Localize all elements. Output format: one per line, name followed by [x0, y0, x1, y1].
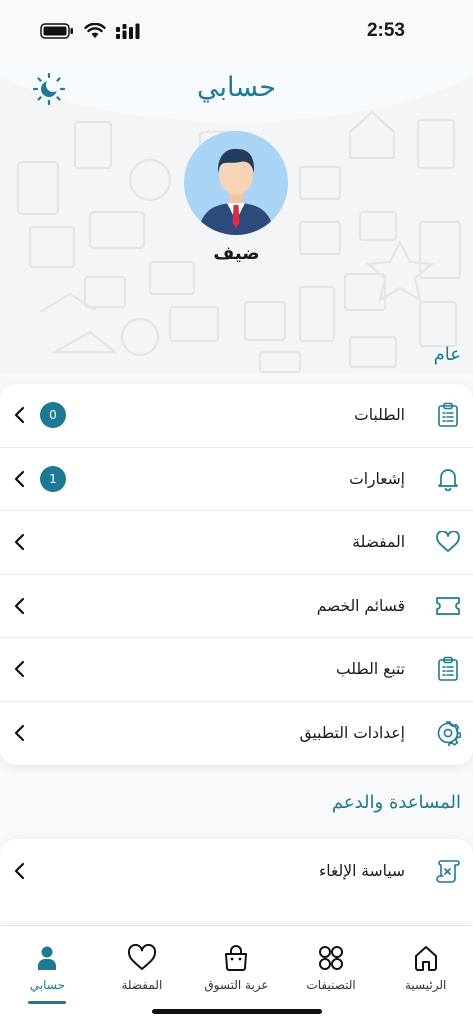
section-title-support: المساعدة والدعم: [331, 792, 461, 813]
chevron-left-icon: [14, 597, 25, 614]
menu-item-label: الطلبات: [354, 406, 405, 425]
status-bar: 2:53: [0, 0, 473, 62]
bell-icon: [435, 466, 461, 492]
home-icon: [414, 946, 437, 971]
chevron-left-icon: [14, 661, 25, 678]
scroll-icon: [435, 858, 461, 884]
menu-item-track-order[interactable]: تتبع الطلب: [0, 638, 473, 702]
menu-item-notifications[interactable]: 1 إشعارات: [0, 448, 473, 511]
menu-item-label: تتبع الطلب: [336, 660, 405, 679]
signal-icon: [116, 23, 140, 39]
categories-icon: [319, 946, 344, 970]
nav-label: التصنيفات: [306, 978, 356, 992]
nav-label: الرئيسية: [405, 978, 447, 992]
menu-item-label: المفضلة: [352, 533, 405, 552]
chevron-left-icon: [14, 470, 25, 487]
guest-name: ضيف: [213, 243, 260, 264]
menu-item-label: قسائم الخصم: [316, 596, 405, 615]
heart-icon: [127, 944, 156, 970]
status-icons: [40, 23, 140, 39]
general-menu-card: 0 الطلبات 1 إشعارات المفضلة قسائم الخصم …: [0, 384, 473, 765]
avatar: [184, 131, 288, 235]
chevron-left-icon: [14, 725, 25, 742]
page-title: حسابي: [196, 72, 277, 103]
person-icon: [38, 946, 57, 970]
notifications-count-badge: 1: [40, 465, 66, 492]
menu-item-favorites[interactable]: المفضلة: [0, 511, 473, 575]
status-time: 2:53: [366, 20, 405, 41]
menu-item-label: إعدادات التطبيق: [299, 724, 405, 743]
shopping-bag-icon: [225, 945, 248, 971]
wifi-icon: [84, 23, 106, 38]
chevron-left-icon: [14, 407, 25, 424]
menu-item-label: إشعارات: [349, 469, 405, 488]
battery-icon: [40, 23, 73, 39]
active-tab-indicator: [28, 1001, 67, 1004]
nav-label: المفضلة: [121, 978, 163, 992]
menu-item-label: سياسة الإلغاء: [319, 861, 405, 880]
menu-item-app-settings[interactable]: إعدادات التطبيق: [0, 702, 473, 766]
menu-item-cancellation-policy[interactable]: سياسة الإلغاء: [0, 839, 473, 903]
clipboard-list-icon: [435, 656, 461, 682]
nav-home[interactable]: الرئيسية: [379, 944, 473, 1024]
nav-label: عربة التسوق: [204, 978, 269, 992]
nav-label: حسابي: [29, 978, 65, 992]
support-menu-card: سياسة الإلغاء: [0, 839, 473, 925]
avatar-person-icon: [184, 131, 288, 235]
section-title-general: عام: [433, 344, 461, 365]
home-indicator: [152, 1009, 322, 1014]
chevron-left-icon: [14, 862, 25, 879]
nav-account[interactable]: حسابي: [0, 944, 94, 1024]
menu-item-orders[interactable]: 0 الطلبات: [0, 384, 473, 448]
clipboard-icon: [435, 402, 461, 428]
chevron-left-icon: [14, 534, 25, 551]
menu-item-coupons[interactable]: قسائم الخصم: [0, 575, 473, 638]
gear-icon: [435, 720, 461, 747]
ticket-icon: [435, 593, 461, 619]
orders-count-badge: 0: [40, 402, 66, 429]
heart-icon: [435, 529, 461, 555]
